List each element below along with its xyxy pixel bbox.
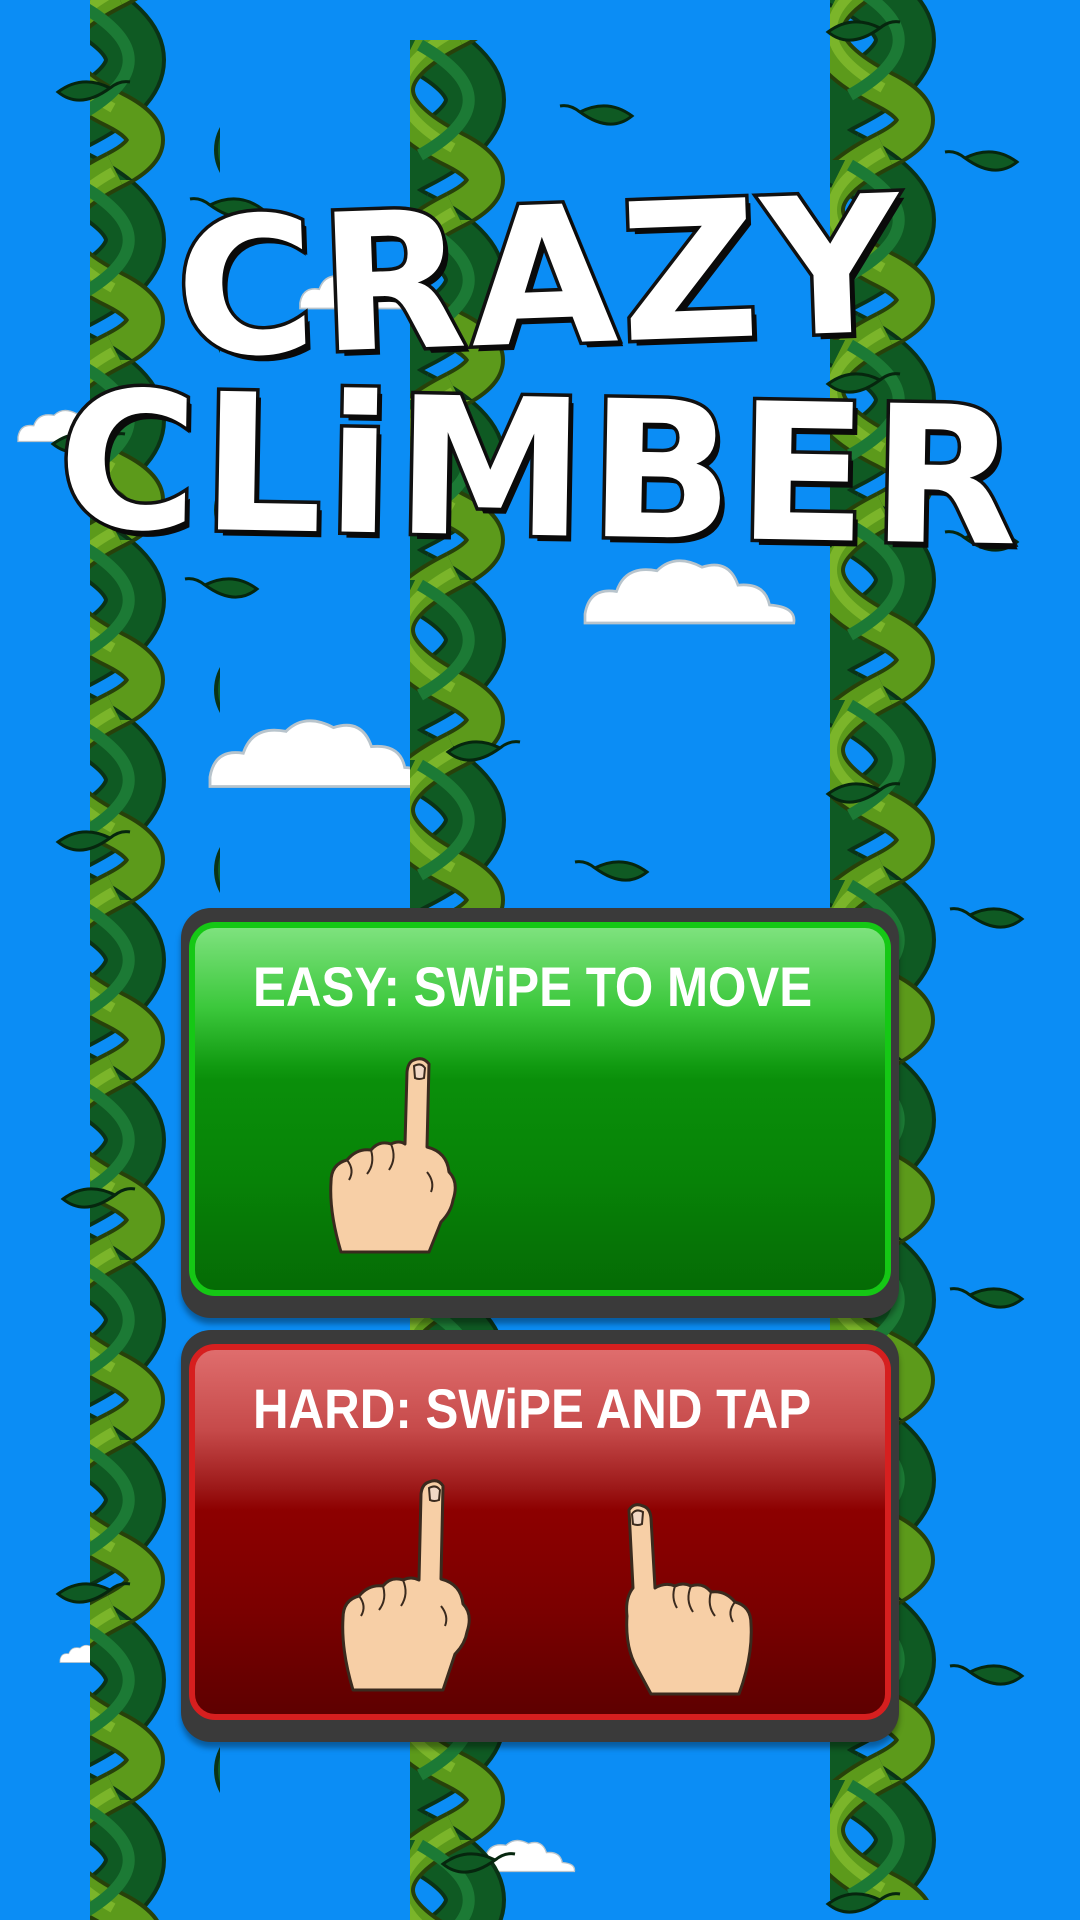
easy-mode-button-face: EASY: SWiPE TO MOVE — [189, 922, 891, 1296]
easy-mode-label: EASY: SWiPE TO MOVE — [253, 955, 813, 1018]
pointing-hand-icon — [341, 1479, 471, 1692]
pointing-hand-icon — [625, 1503, 753, 1696]
pointing-hand-icon — [329, 1057, 457, 1254]
hard-mode-button-face: HARD: SWiPE AND TAP — [189, 1344, 891, 1720]
hard-mode-label: HARD: SWiPE AND TAP — [253, 1377, 812, 1440]
game-title-line-2: CLiMBER — [53, 347, 1027, 592]
hard-mode-button[interactable]: HARD: SWiPE AND TAP — [181, 1330, 899, 1742]
easy-mode-button[interactable]: EASY: SWiPE TO MOVE — [181, 908, 899, 1318]
